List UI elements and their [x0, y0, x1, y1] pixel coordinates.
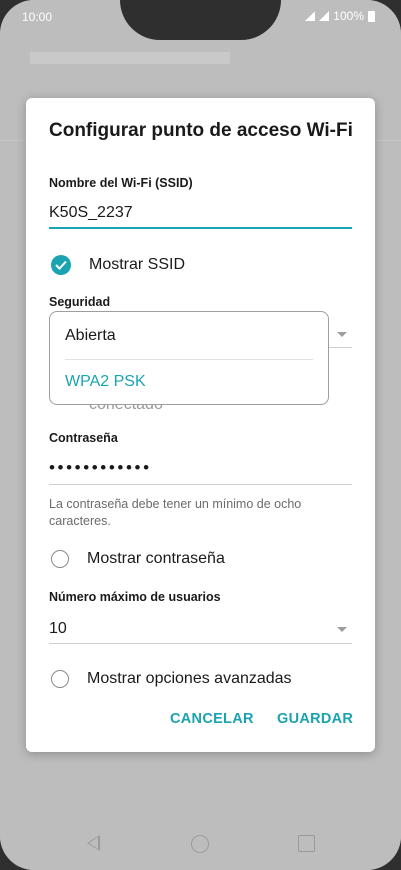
max-users-underline	[49, 643, 352, 644]
wifi-signal-icon	[305, 11, 316, 21]
max-users-label: Número máximo de usuarios	[49, 590, 221, 604]
show-password-label: Mostrar contraseña	[87, 550, 225, 567]
home-icon[interactable]	[191, 835, 209, 853]
max-users-select[interactable]: 10	[49, 620, 67, 638]
advanced-options-radio-row[interactable]: Mostrar opciones avanzadas	[51, 670, 292, 688]
cancel-button[interactable]: CANCELAR	[170, 711, 254, 727]
ssid-input[interactable]: K50S_2237	[49, 204, 133, 222]
security-dropdown-arrow-icon[interactable]	[337, 332, 347, 337]
advanced-options-label: Mostrar opciones avanzadas	[87, 670, 292, 687]
phone-screen: 10:00 100% Configurar punto de acceso Wi…	[0, 0, 401, 870]
show-password-radio-row[interactable]: Mostrar contraseña	[51, 550, 225, 568]
security-dropdown-menu: Abierta WPA2 PSK	[49, 311, 329, 405]
advanced-options-radio[interactable]	[51, 670, 69, 688]
camera-notch	[120, 0, 281, 40]
back-icon[interactable]	[87, 835, 100, 851]
security-option-open[interactable]: Abierta	[65, 327, 116, 345]
dialog-title: Configurar punto de acceso Wi-Fi	[49, 120, 353, 141]
show-ssid-checkbox[interactable]	[51, 255, 71, 275]
check-icon	[55, 260, 67, 270]
password-label: Contraseña	[49, 431, 118, 445]
max-users-dropdown-arrow-icon[interactable]	[337, 627, 347, 632]
password-input[interactable]: ••••••••••••	[49, 458, 152, 478]
status-icons: 100%	[305, 9, 375, 23]
ssid-label: Nombre del Wi-Fi (SSID)	[49, 176, 193, 190]
password-underline	[49, 484, 352, 485]
save-button[interactable]: GUARDAR	[277, 711, 353, 727]
show-password-radio[interactable]	[51, 550, 69, 568]
cell-signal-icon	[319, 11, 330, 21]
navigation-bar	[0, 826, 401, 866]
show-ssid-label: Mostrar SSID	[89, 256, 186, 273]
ssid-underline	[49, 227, 352, 229]
menu-divider	[65, 359, 313, 360]
battery-icon	[368, 10, 375, 22]
password-hint: La contraseña debe tener un mínimo de oc…	[49, 497, 302, 528]
recent-apps-icon[interactable]	[298, 835, 315, 852]
status-time: 10:00	[22, 10, 53, 24]
battery-percent: 100%	[333, 9, 364, 23]
security-option-wpa2[interactable]: WPA2 PSK	[65, 373, 146, 391]
security-label: Seguridad	[49, 295, 111, 309]
hotspot-config-dialog: Configurar punto de acceso Wi-Fi Nombre …	[26, 98, 375, 752]
status-bar: 10:00 100%	[0, 0, 401, 40]
show-ssid-checkbox-row[interactable]: Mostrar SSID	[51, 255, 185, 275]
